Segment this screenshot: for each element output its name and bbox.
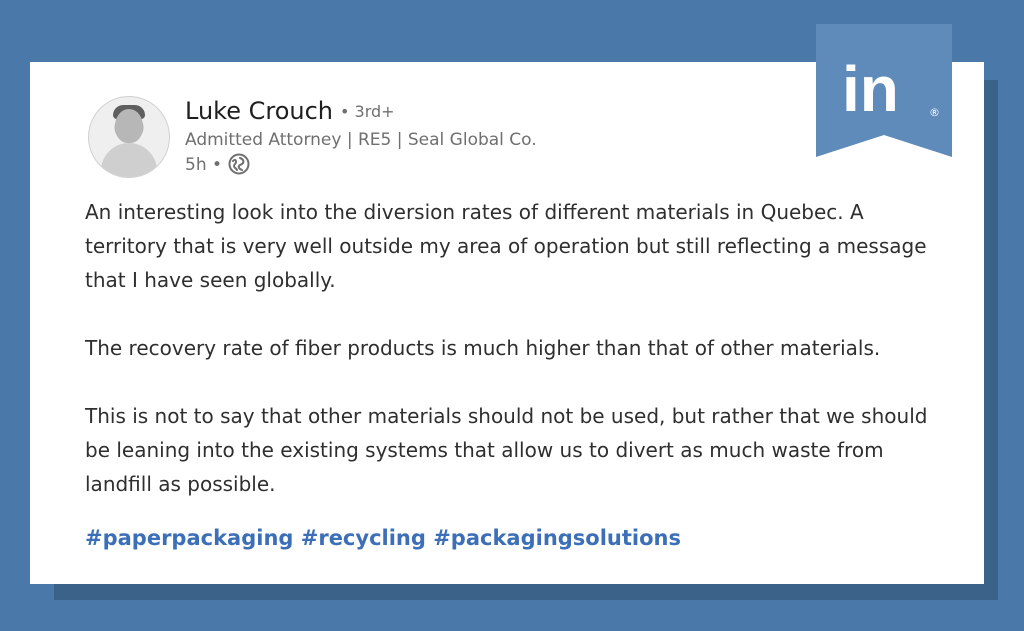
linkedin-logo-text: in [842, 53, 899, 125]
post-hashtags[interactable]: #paperpackaging #recycling #packagingsol… [85, 524, 681, 552]
globe-icon [228, 153, 250, 175]
post-paragraph-2: The recovery rate of fiber products is m… [85, 336, 881, 360]
post-paragraph-3: This is not to say that other materials … [85, 404, 928, 496]
post-time: 5h • [185, 155, 223, 175]
avatar-body [101, 143, 157, 177]
post-body: An interesting look into the diversion r… [85, 195, 945, 535]
profile-avatar[interactable] [88, 96, 170, 178]
linkedin-icon[interactable]: in ® [816, 24, 952, 157]
connection-degree: • 3rd+ [340, 102, 395, 121]
author-name[interactable]: Luke Crouch [185, 97, 333, 125]
post-paragraph-1: An interesting look into the diversion r… [85, 200, 927, 292]
avatar-head [115, 109, 143, 143]
registered-mark: ® [929, 106, 940, 119]
author-title: Admitted Attorney | RE5 | Seal Global Co… [185, 130, 537, 150]
